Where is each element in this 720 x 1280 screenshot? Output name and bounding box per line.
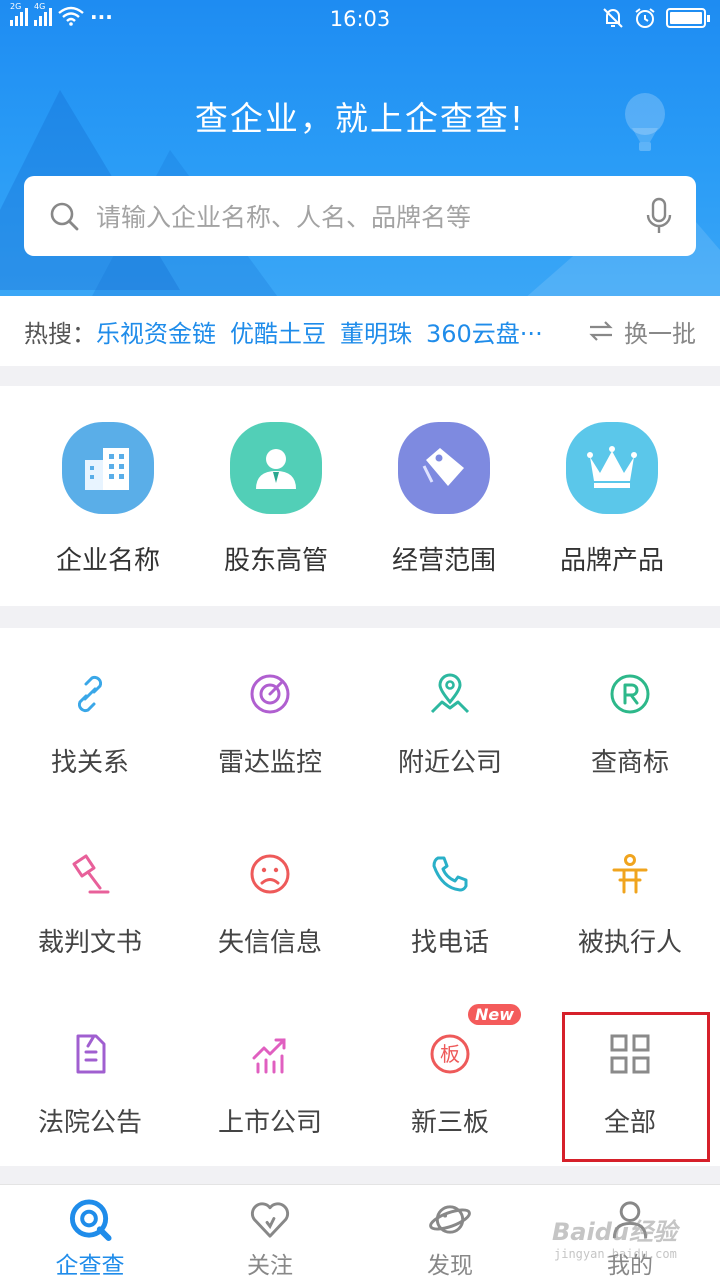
tool-label: 新三板 xyxy=(410,1108,489,1138)
tab-label: 关注 xyxy=(247,1253,293,1279)
hot-search-item[interactable]: 优酷土豆 xyxy=(230,314,326,349)
slogan: 查企业，就上企查查! xyxy=(194,99,526,138)
search-input[interactable]: 请输入企业名称、人名、品牌名等 xyxy=(96,198,646,234)
phone-icon xyxy=(432,856,468,892)
location-pin-icon xyxy=(430,673,470,714)
tool-label: 被执行人 xyxy=(577,928,682,958)
microphone-icon[interactable] xyxy=(646,197,672,235)
tool-dishonest-info[interactable]: 失信信息 xyxy=(180,808,360,988)
tool-label: 找电话 xyxy=(410,928,489,958)
hot-search-bar: 热搜： 乐视资金链 优酷土豆 董明珠 360云盘··· 换一批 xyxy=(0,296,720,366)
alarm-icon xyxy=(635,8,655,28)
tool-court-notice[interactable]: 法院公告 xyxy=(0,988,180,1168)
tool-nearby-companies[interactable]: 附近公司 xyxy=(360,628,540,808)
tool-radar-monitor[interactable]: 雷达监控 xyxy=(180,628,360,808)
tool-label: 全部 xyxy=(603,1108,656,1138)
watermark-sub: jingyan.baidu.com xyxy=(554,1247,677,1261)
category-label: 品牌产品 xyxy=(559,546,664,576)
refresh-label: 换一批 xyxy=(624,319,696,348)
tool-all[interactable]: 全部 xyxy=(540,988,720,1168)
tool-trademark[interactable]: 查商标 xyxy=(540,628,720,808)
hot-search-label: 热搜： xyxy=(24,319,96,348)
category-label: 经营范围 xyxy=(391,546,496,576)
category-company-name[interactable]: 企业名称 xyxy=(24,386,192,606)
category-brand-products[interactable]: 品牌产品 xyxy=(528,386,696,606)
gavel-icon xyxy=(72,854,110,894)
tool-label: 附近公司 xyxy=(397,748,502,778)
board-seal-char: 板 xyxy=(440,1042,460,1066)
tools-grid: 找关系 雷达监控 附近公司 查商标 裁判文书 失信信息 找电话 被执行人 法院公… xyxy=(0,628,720,1166)
radar-icon xyxy=(250,674,290,714)
trademark-icon xyxy=(610,674,650,714)
baidu-watermark: Baidu经验 jingyan.baidu.com xyxy=(552,1212,677,1261)
tool-find-relations[interactable]: 找关系 xyxy=(0,628,180,808)
swap-icon xyxy=(589,321,613,341)
header-banner: 2G 4G ··· 16:03 查企业，就上企查查! 请输入企业名称、人名、品牌… xyxy=(0,0,720,296)
search-icon xyxy=(50,202,79,231)
hot-air-balloon-icon xyxy=(625,93,665,151)
tag-icon xyxy=(398,422,490,514)
status-bar: 2G 4G ··· 16:03 xyxy=(0,0,720,40)
tool-new-third-board[interactable]: New 板 新三板 xyxy=(360,988,540,1168)
tool-label: 上市公司 xyxy=(217,1108,322,1138)
board-seal-icon: 板 xyxy=(430,1034,470,1074)
category-label: 企业名称 xyxy=(55,546,160,576)
person-icon xyxy=(230,422,322,514)
crown-icon xyxy=(566,422,658,514)
tool-label: 找关系 xyxy=(50,748,129,778)
battery-icon xyxy=(666,8,710,28)
search-bar[interactable]: 请输入企业名称、人名、品牌名等 xyxy=(24,176,696,256)
tab-home[interactable]: 企查查 xyxy=(0,1185,180,1280)
search-category-row: 企业名称 股东高管 经营范围 品牌产品 xyxy=(0,386,720,606)
category-shareholders[interactable]: 股东高管 xyxy=(192,386,360,606)
document-icon xyxy=(76,1034,106,1074)
trend-chart-icon xyxy=(252,1038,286,1074)
tab-label: 企查查 xyxy=(55,1253,125,1279)
watermark-main: Baidu经验 xyxy=(552,1218,677,1246)
sad-face-icon xyxy=(250,854,290,894)
tool-label: 裁判文书 xyxy=(37,928,142,958)
heart-icon xyxy=(250,1202,290,1238)
person-restricted-icon xyxy=(612,854,648,894)
link-icon xyxy=(77,675,103,713)
tool-find-phone[interactable]: 找电话 xyxy=(360,808,540,988)
tool-label: 失信信息 xyxy=(217,928,322,958)
tool-listed-companies[interactable]: 上市公司 xyxy=(180,988,360,1168)
tab-discover[interactable]: 发现 xyxy=(360,1185,540,1280)
hot-search-item[interactable]: 360云盘··· xyxy=(426,314,543,349)
tool-label: 法院公告 xyxy=(37,1108,142,1138)
hot-search-item[interactable]: 乐视资金链 xyxy=(96,314,216,349)
mute-icon xyxy=(603,8,623,28)
tool-executed-person[interactable]: 被执行人 xyxy=(540,808,720,988)
tool-label: 查商标 xyxy=(590,748,669,778)
tab-label: 发现 xyxy=(427,1253,473,1279)
tab-follow[interactable]: 关注 xyxy=(180,1185,360,1280)
category-business-scope[interactable]: 经营范围 xyxy=(360,386,528,606)
qcc-logo-icon xyxy=(69,1199,112,1242)
grid-icon xyxy=(610,1034,650,1074)
hot-search-item[interactable]: 董明珠 xyxy=(340,314,412,349)
tool-judgments[interactable]: 裁判文书 xyxy=(0,808,180,988)
planet-icon xyxy=(429,1205,471,1234)
building-icon xyxy=(62,422,154,514)
tool-label: 雷达监控 xyxy=(217,748,322,778)
refresh-hot-button[interactable]: 换一批 xyxy=(576,314,696,349)
new-badge: New xyxy=(468,1004,522,1025)
category-label: 股东高管 xyxy=(223,546,328,576)
